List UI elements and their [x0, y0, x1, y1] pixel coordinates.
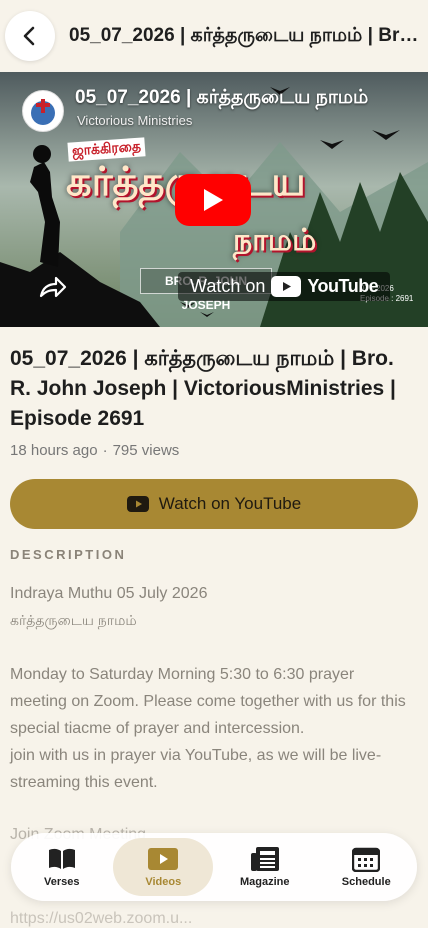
description-line: கர்த்தருடைய நாமம் — [10, 612, 137, 628]
video-title: 05_07_2026 | கர்த்தருடைய நாமம் | Bro. R.… — [10, 347, 396, 430]
tab-label: Magazine — [239, 876, 290, 888]
youtube-play-icon — [126, 496, 149, 512]
channel-avatar[interactable] — [22, 90, 64, 132]
video-overlay-title: 05_07_2026 | கர்த்தருடைய நாமம் — [75, 87, 369, 108]
description-line: Indraya Muthu 05 July 2026 — [10, 585, 208, 602]
description-paragraph: Monday to Saturday Morning 5:30 to 6:30 … — [10, 666, 406, 737]
description-paragraph: join with us in prayer via YouTube, as w… — [10, 747, 382, 791]
view-count: 795 views — [112, 442, 180, 459]
tab-label: Verses — [44, 876, 80, 888]
tab-videos[interactable]: Videos — [113, 838, 214, 896]
tab-label: Videos — [145, 876, 182, 888]
play-icon — [204, 189, 223, 211]
watch-on-youtube-button[interactable]: Watch on YouTube — [10, 479, 418, 529]
top-bar: 05_07_2026 | கர்த்தருடைய நாமம் | Bro. R.… — [0, 0, 428, 72]
tab-verses[interactable]: Verses — [12, 838, 112, 896]
play-button[interactable] — [175, 174, 251, 226]
youtube-logo-icon — [271, 276, 302, 297]
description-text: Indraya Muthu 05 July 2026 கர்த்தருடைய ந… — [10, 580, 415, 796]
tab-magazine[interactable]: Magazine — [215, 838, 315, 896]
watch-on-youtube-label: Watch on YouTube — [158, 494, 302, 513]
description-faded-link[interactable]: https://us02web.zoom.u... — [10, 910, 415, 928]
calendar-icon — [352, 847, 381, 872]
share-icon — [39, 276, 67, 298]
share-button[interactable] — [37, 274, 67, 300]
back-button[interactable] — [5, 11, 55, 61]
newspaper-icon — [250, 847, 279, 871]
page-title: 05_07_2026 | கர்த்தருடைய நாமம் | Bro. R.… — [69, 25, 424, 46]
tab-schedule[interactable]: Schedule — [316, 838, 416, 896]
watch-on-label: Watch on — [190, 276, 266, 296]
posted-time: 18 hours ago — [10, 442, 98, 459]
chevron-left-icon — [23, 26, 35, 46]
video-meta: 18 hours ago · 795 views — [10, 442, 415, 459]
watch-on-youtube-overlay[interactable]: Watch on YouTube — [178, 272, 391, 301]
channel-logo-icon — [24, 92, 62, 130]
book-icon — [48, 848, 75, 869]
video-icon — [148, 848, 179, 870]
bottom-tab-bar: Verses Videos Magazine Schedule — [11, 833, 417, 901]
video-player[interactable]: 05_07_2026 | கர்த்தருடைய நாமம் Victoriou… — [0, 72, 428, 327]
youtube-wordmark: YouTube — [307, 276, 379, 296]
description-heading: DESCRIPTION — [10, 547, 127, 562]
video-channel-name: Victorious Ministries — [77, 113, 193, 128]
video-info: 05_07_2026 | கர்த்தருடைய நாமம் | Bro. R.… — [10, 344, 415, 459]
tab-label: Schedule — [341, 876, 391, 888]
thumbnail-caption-line2: நாமம் — [233, 224, 317, 257]
meta-separator: · — [102, 442, 108, 459]
